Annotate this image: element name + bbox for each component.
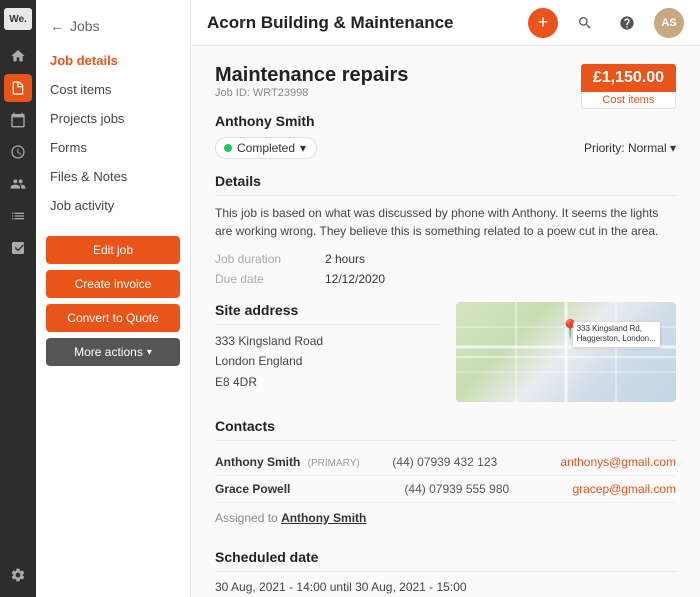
contact-name-1: Grace Powell <box>215 482 396 496</box>
details-description: This job is based on what was discussed … <box>215 204 676 240</box>
scheduled-section: Scheduled date 30 Aug, 2021 - 14:00 unti… <box>215 549 676 594</box>
sidebar-item-job-activity[interactable]: Job activity <box>36 191 190 220</box>
content-area: Maintenance repairs Job ID: WRT23998 £1,… <box>191 46 700 597</box>
site-address-title: Site address <box>215 302 440 325</box>
job-customer: Anthony Smith <box>215 113 676 129</box>
sidebar: ← Jobs Job details Cost items Projects j… <box>36 0 191 597</box>
contact-email-0[interactable]: anthonys@gmail.com <box>560 455 676 469</box>
job-id-value: WRT23998 <box>253 87 308 99</box>
contact-badge-0: (PRIMARY) <box>308 458 360 469</box>
icon-rail: We. <box>0 0 36 597</box>
price-amount: £1,150.00 <box>581 64 676 92</box>
sidebar-item-job-details[interactable]: Job details <box>36 46 190 75</box>
map-inner: 📍 333 Kingsland Rd, Haggerston, London..… <box>456 302 676 402</box>
priority-value: Normal <box>628 141 667 155</box>
rail-icon-list[interactable] <box>4 202 32 230</box>
address-line1: 333 Kingsland Road <box>215 331 440 351</box>
due-date-value: 12/12/2020 <box>325 272 385 286</box>
scheduled-dates: 30 Aug, 2021 - 14:00 until 30 Aug, 2021 … <box>215 580 676 594</box>
search-button[interactable] <box>570 8 600 38</box>
sidebar-item-forms[interactable]: Forms <box>36 133 190 162</box>
app-title: Acorn Building & Maintenance <box>207 13 516 33</box>
due-date-label: Due date <box>215 272 325 286</box>
address-text: Site address 333 Kingsland Road London E… <box>215 302 440 402</box>
sidebar-buttons: Edit job Create invoice Convert to Quote… <box>36 236 190 366</box>
job-id-label: Job ID: <box>215 87 250 99</box>
rail-icon-jobs[interactable] <box>4 74 32 102</box>
top-header: Acorn Building & Maintenance + AS <box>191 0 700 46</box>
priority-chevron-icon[interactable]: ▾ <box>670 141 676 155</box>
job-header: Maintenance repairs Job ID: WRT23998 £1,… <box>215 64 676 109</box>
contact-phone-0: (44) 07939 432 123 <box>392 455 552 469</box>
price-box: £1,150.00 Cost items <box>581 64 676 109</box>
edit-job-button[interactable]: Edit job <box>46 236 180 264</box>
create-invoice-button[interactable]: Create invoice <box>46 270 180 298</box>
contact-name-0: Anthony Smith (PRIMARY) <box>215 455 384 469</box>
sidebar-item-files-notes[interactable]: Files & Notes <box>36 162 190 191</box>
address-lines: 333 Kingsland Road London England E8 4DR <box>215 331 440 392</box>
sidebar-back-label: Jobs <box>70 18 100 34</box>
status-label: Completed <box>237 141 295 155</box>
sidebar-item-cost-items[interactable]: Cost items <box>36 75 190 104</box>
site-address-block: Site address 333 Kingsland Road London E… <box>215 302 676 402</box>
priority-label: Priority: Normal ▾ <box>584 141 676 155</box>
main-wrapper: Acorn Building & Maintenance + AS Mainte… <box>191 0 700 597</box>
convert-to-quote-button[interactable]: Convert to Quote <box>46 304 180 332</box>
we-logo: We. <box>4 8 32 30</box>
map-label-line2: Haggerston, London... <box>577 334 656 343</box>
assigned-row: Assigned to Anthony Smith <box>215 503 676 533</box>
rail-icon-calendar[interactable] <box>4 106 32 134</box>
map-label-line1: 333 Kingsland Rd, <box>577 324 642 333</box>
sidebar-item-projects-jobs[interactable]: Projects jobs <box>36 104 190 133</box>
map-label: 333 Kingsland Rd, Haggerston, London... <box>573 322 660 347</box>
status-chevron-icon: ▾ <box>300 141 306 155</box>
more-actions-label: More actions <box>74 345 143 359</box>
address-line3: E8 4DR <box>215 372 440 392</box>
rail-icon-clock[interactable] <box>4 138 32 166</box>
scheduled-title: Scheduled date <box>215 549 676 572</box>
job-title-area: Maintenance repairs Job ID: WRT23998 <box>215 64 408 107</box>
rail-icon-settings[interactable] <box>4 561 32 589</box>
cost-items-link[interactable]: Cost items <box>581 92 676 109</box>
details-section: Details This job is based on what was di… <box>215 173 676 286</box>
assigned-to-link[interactable]: Anthony Smith <box>281 511 366 525</box>
map-placeholder[interactable]: 📍 333 Kingsland Rd, Haggerston, London..… <box>456 302 676 402</box>
add-button[interactable]: + <box>528 8 558 38</box>
user-avatar[interactable]: AS <box>654 8 684 38</box>
rail-icon-home[interactable] <box>4 42 32 70</box>
job-duration-value: 2 hours <box>325 252 365 266</box>
rail-icon-people[interactable] <box>4 170 32 198</box>
chevron-down-icon: ▾ <box>147 347 152 358</box>
job-id: Job ID: WRT23998 <box>215 87 408 99</box>
contact-row-1: Grace Powell (44) 07939 555 980 gracep@g… <box>215 476 676 503</box>
status-row: Completed ▾ Priority: Normal ▾ <box>215 137 676 159</box>
contacts-section: Contacts Anthony Smith (PRIMARY) (44) 07… <box>215 418 676 533</box>
job-duration-label: Job duration <box>215 252 325 266</box>
back-arrow-icon: ← <box>50 18 64 34</box>
contact-email-1[interactable]: gracep@gmail.com <box>572 482 676 496</box>
assigned-label: Assigned to <box>215 511 278 525</box>
contact-phone-1: (44) 07939 555 980 <box>404 482 564 496</box>
address-line2: London England <box>215 351 440 371</box>
more-actions-button[interactable]: More actions ▾ <box>46 338 180 366</box>
details-section-title: Details <box>215 173 676 196</box>
help-button[interactable] <box>612 8 642 38</box>
priority-label-text: Priority: <box>584 141 625 155</box>
job-duration-row: Job duration 2 hours <box>215 252 676 266</box>
due-date-row: Due date 12/12/2020 <box>215 272 676 286</box>
status-badge[interactable]: Completed ▾ <box>215 137 317 159</box>
contacts-section-title: Contacts <box>215 418 676 441</box>
job-title: Maintenance repairs <box>215 64 408 87</box>
rail-icon-chart[interactable] <box>4 234 32 262</box>
contact-row-0: Anthony Smith (PRIMARY) (44) 07939 432 1… <box>215 449 676 476</box>
status-dot <box>224 144 232 152</box>
sidebar-back[interactable]: ← Jobs <box>36 12 190 46</box>
